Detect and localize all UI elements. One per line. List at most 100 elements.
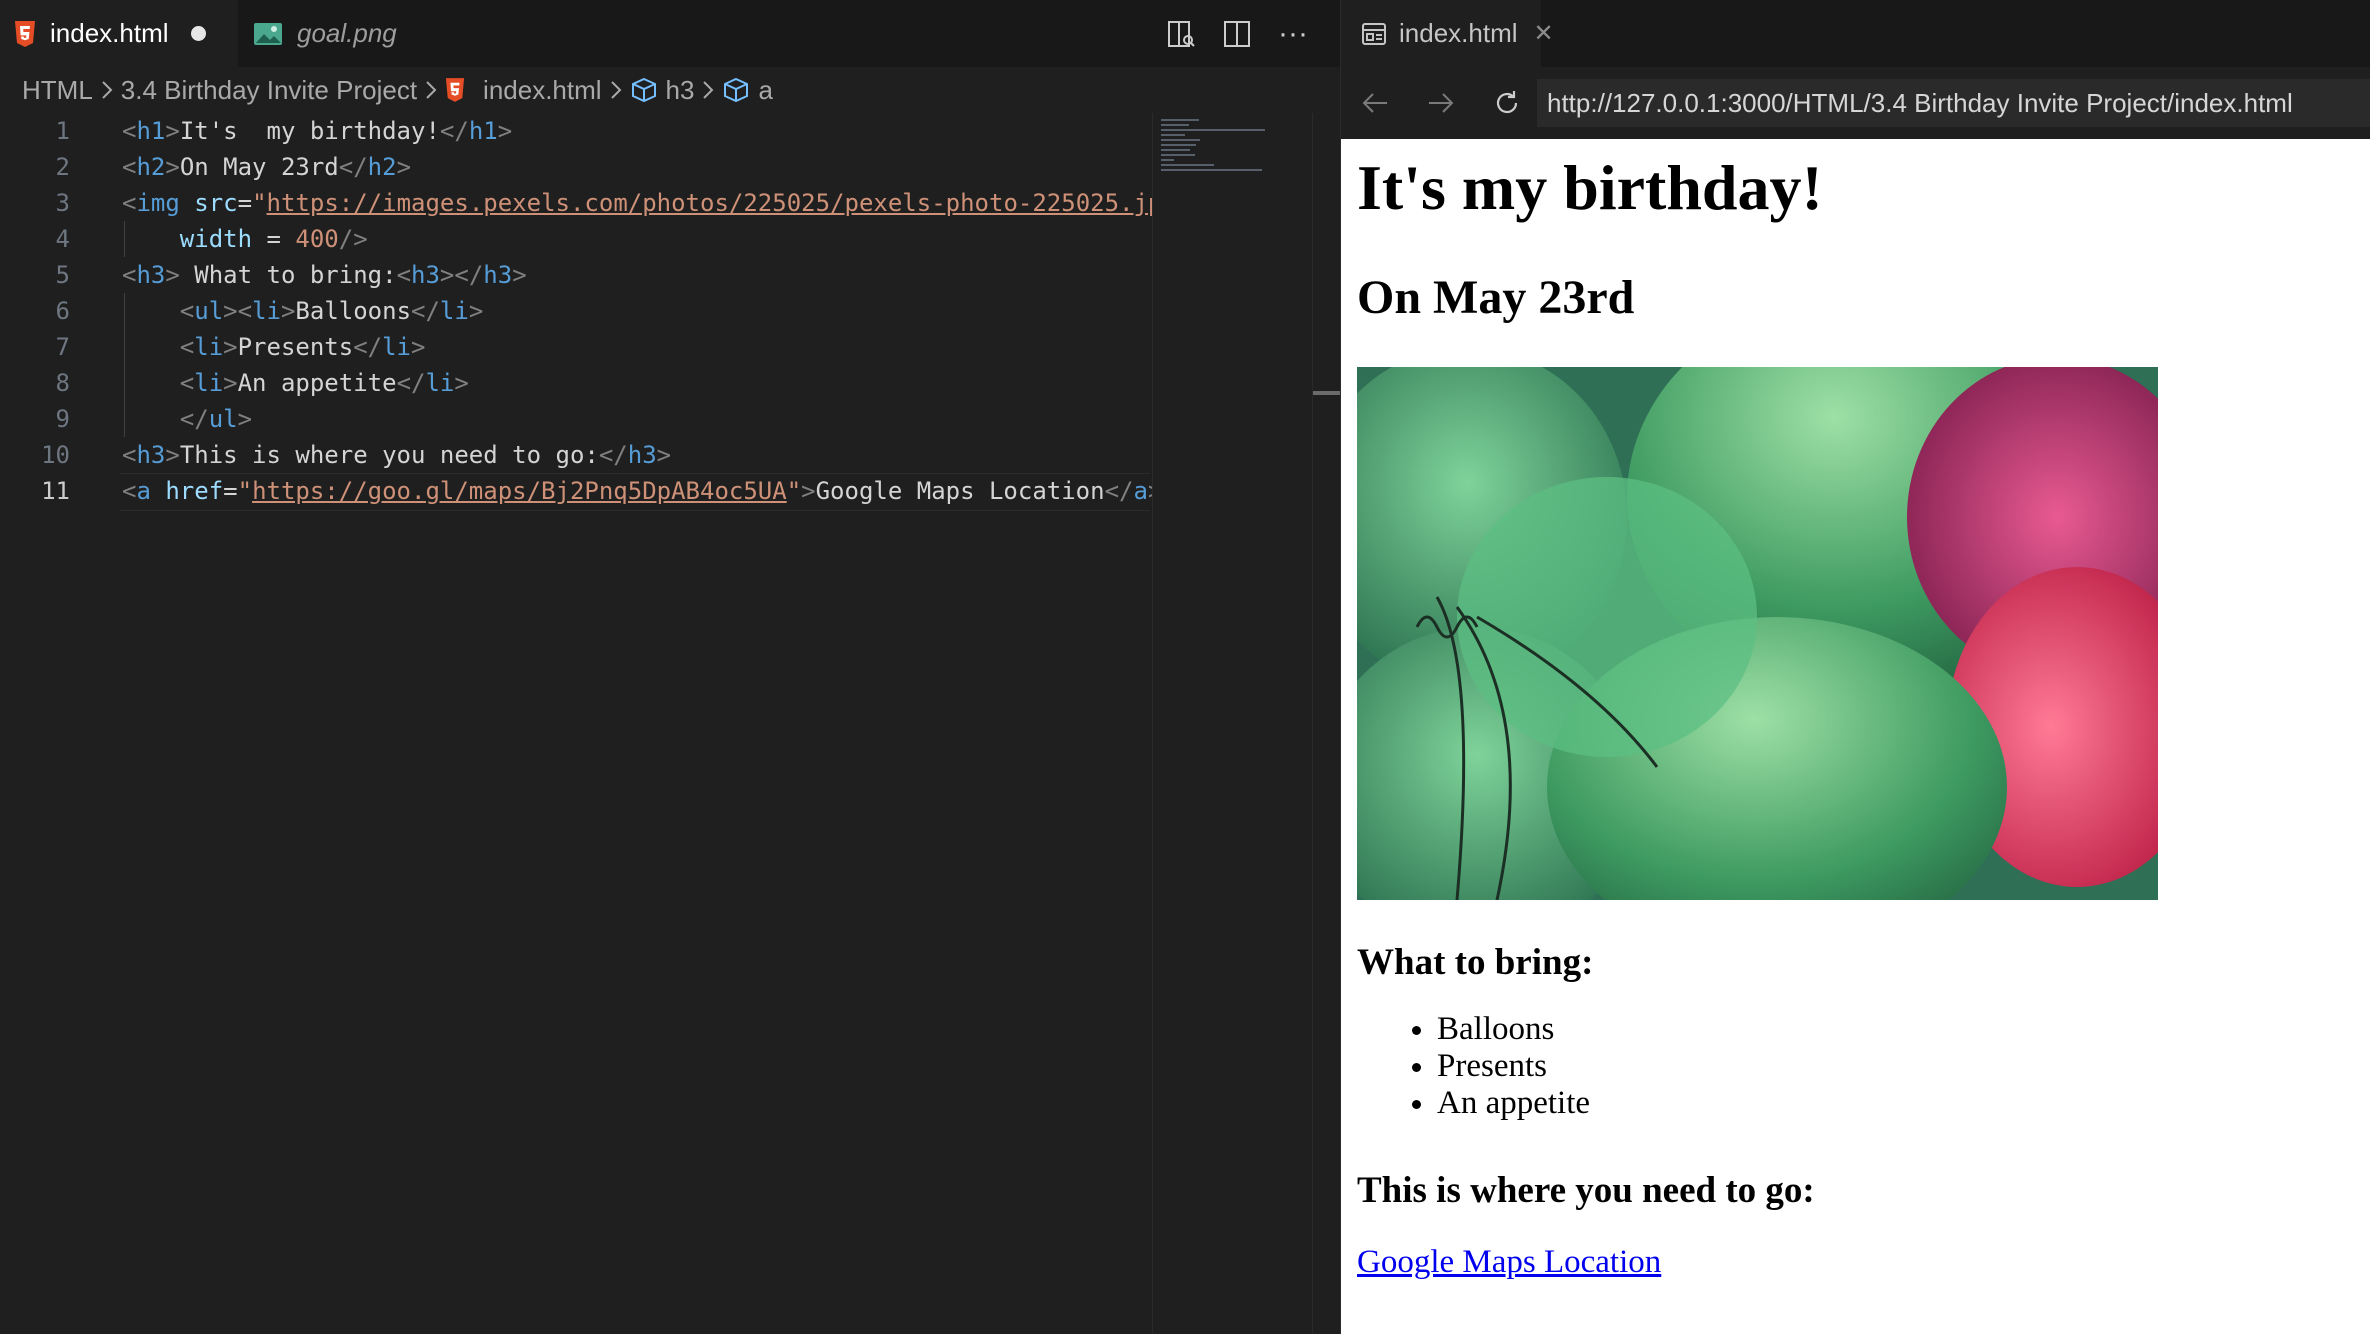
- code-line[interactable]: 7 <li>Presents</li>: [0, 329, 1152, 365]
- code-token: h3: [483, 261, 513, 289]
- more-icon[interactable]: ···: [1276, 17, 1310, 51]
- code-token: An appetite: [237, 369, 397, 397]
- code-token: <: [122, 189, 137, 217]
- code-token: </: [353, 333, 383, 361]
- chevron-right-icon: [425, 80, 437, 100]
- code-token: Google Maps Location: [815, 477, 1105, 505]
- code-token: ><: [223, 297, 253, 325]
- tab-index-html[interactable]: index.html: [0, 0, 238, 67]
- code-token: h3: [411, 261, 440, 289]
- code-line[interactable]: 8 <li>An appetite</li>: [0, 365, 1152, 401]
- code-token: h3: [136, 261, 166, 289]
- code-token: >: [223, 369, 238, 397]
- symbol-cube-icon: [724, 77, 749, 103]
- reload-icon[interactable]: [1485, 81, 1529, 125]
- code-token: https://images.pexels.com/photos/225025/…: [266, 189, 1152, 217]
- vertical-scrollbar[interactable]: [1312, 113, 1341, 1334]
- minimap-line: [1161, 124, 1189, 126]
- code-token: 400: [295, 225, 339, 253]
- code-token: </: [411, 297, 440, 325]
- open-preview-icon[interactable]: [1164, 17, 1198, 51]
- code-token: </: [598, 441, 628, 469]
- line-content: <ul><li>Balloons</li>: [122, 293, 483, 329]
- code-token: </: [396, 369, 426, 397]
- line-content: <h1>It's my birthday!</h1>: [122, 113, 512, 149]
- line-content: <h2>On May 23rd</h2>: [122, 149, 411, 185]
- code-token: =: [237, 189, 253, 217]
- code-token: li: [194, 333, 224, 361]
- split-editor-icon[interactable]: [1220, 17, 1254, 51]
- code-token: src: [194, 189, 238, 217]
- breadcrumb-item-file[interactable]: index.html: [445, 75, 602, 106]
- code-token: li: [439, 297, 469, 325]
- code-token: </: [1104, 477, 1134, 505]
- line-content: </ul>: [122, 401, 252, 437]
- code-token: ": [237, 477, 253, 505]
- breadcrumb-item-h3[interactable]: h3: [630, 74, 695, 106]
- list-item: Balloons: [1437, 1011, 1590, 1048]
- line-content: <a href="https://goo.gl/maps/Bj2Pnq5DpAB…: [122, 473, 1152, 509]
- url-text[interactable]: http://127.0.0.1:3000/HTML/3.4 Birthday …: [1547, 88, 2293, 119]
- code-token: h2: [367, 153, 397, 181]
- code-token: >: [396, 153, 412, 181]
- google-maps-link[interactable]: Google Maps Location: [1357, 1244, 1661, 1281]
- code-token: >: [165, 153, 180, 181]
- code-token: >: [512, 261, 527, 289]
- code-line[interactable]: 5 <h3> What to bring:<h3></h3>: [0, 257, 1152, 293]
- tab-goal-png[interactable]: goal.png: [239, 0, 475, 67]
- breadcrumb-file-label: index.html: [483, 74, 602, 105]
- line-content: <li>Presents</li>: [122, 329, 426, 365]
- minimap-line: [1161, 169, 1262, 171]
- back-arrow-icon[interactable]: [1353, 81, 1397, 125]
- code-token: li: [425, 369, 455, 397]
- code-token: ul: [194, 297, 224, 325]
- code-token: a: [136, 477, 151, 505]
- code-line[interactable]: 4 width = 400/>: [0, 221, 1152, 257]
- close-icon[interactable]: ✕: [1534, 19, 1554, 48]
- code-line[interactable]: 1 <h1>It's my birthday!</h1>: [0, 113, 1152, 149]
- url-bar[interactable]: http://127.0.0.1:3000/HTML/3.4 Birthday …: [1537, 79, 2370, 127]
- page-heading-what-to-bring: What to bring:: [1357, 942, 1594, 983]
- code-line[interactable]: 11 <a href="https://goo.gl/maps/Bj2Pnq5Dp…: [0, 473, 1152, 511]
- code-token: >: [165, 117, 180, 145]
- code-token: >: [165, 261, 180, 289]
- code-token: h1: [136, 117, 166, 145]
- scrollbar-thumb[interactable]: [1313, 391, 1341, 395]
- code-token: Presents: [237, 333, 354, 361]
- code-area[interactable]: 1 <h1>It's my birthday!</h1> 2 <h2>On May 2…: [0, 113, 1152, 1334]
- code-line[interactable]: 9 </ul>: [0, 401, 1152, 437]
- breadcrumb-h3-label: h3: [665, 74, 695, 105]
- code-line[interactable]: 2 <h2>On May 23rd</h2>: [0, 149, 1152, 185]
- code-line[interactable]: 10 <h3>This is where you need to go:</h3>: [0, 437, 1152, 473]
- breadcrumb-item-html[interactable]: HTML: [22, 75, 93, 106]
- breadcrumb-item-project[interactable]: 3.4 Birthday Invite Project: [121, 75, 417, 106]
- code-token: img: [136, 189, 180, 217]
- balloons-photo: [1357, 367, 2158, 900]
- line-number: 10: [41, 441, 70, 469]
- code-token: <: [122, 153, 137, 181]
- code-token: li: [252, 297, 281, 325]
- browser-preview-icon: [1361, 22, 1387, 46]
- unsaved-dot-icon[interactable]: [190, 26, 206, 41]
- tab-preview-index-html[interactable]: index.html ✕: [1341, 0, 1554, 67]
- code-token: On May 23rd: [179, 153, 339, 181]
- minimap-line: [1161, 159, 1174, 161]
- line-number: 11: [41, 477, 70, 505]
- code-token: <: [122, 261, 137, 289]
- code-line[interactable]: 3 <img src="https://images.pexels.com/pho…: [0, 185, 1152, 221]
- minimap-line: [1161, 144, 1196, 146]
- code-token: <: [122, 117, 137, 145]
- code-token: h3: [627, 441, 657, 469]
- minimap-line: [1161, 154, 1195, 156]
- minimap-line: [1161, 134, 1185, 136]
- breadcrumb-item-a[interactable]: a: [722, 75, 773, 106]
- minimap-line: [1161, 139, 1201, 141]
- forward-arrow-icon[interactable]: [1419, 81, 1463, 125]
- code-line[interactable]: 6 <ul><li>Balloons</li>: [0, 293, 1152, 329]
- list-item: An appetite: [1437, 1085, 1590, 1122]
- line-number: 5: [55, 261, 70, 289]
- minimap[interactable]: [1152, 113, 1313, 1334]
- code-token: >: [454, 369, 469, 397]
